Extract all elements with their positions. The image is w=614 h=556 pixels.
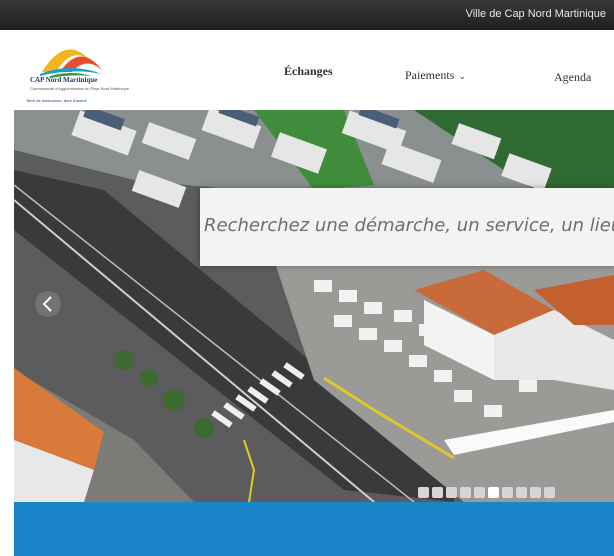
aerial-town-photo (14, 110, 614, 502)
slider-dot[interactable] (432, 487, 443, 498)
hero-image (14, 110, 614, 502)
nav-item-paiements[interactable]: Paiements ⌄ (405, 68, 466, 83)
city-link[interactable]: Ville de Cap Nord Martinique (466, 8, 606, 20)
slider-dot[interactable] (516, 487, 527, 498)
logo-subtitle: Communauté d'Agglomération du Pays Nord … (30, 86, 130, 91)
nav-item-echanges[interactable]: Échanges (284, 64, 333, 79)
slider-dot[interactable] (502, 487, 513, 498)
chevron-left-icon (35, 291, 61, 317)
nav-item-agenda[interactable]: Agenda (554, 70, 591, 85)
chevron-down-icon: ⌄ (458, 71, 466, 81)
logo-name: CAP Nord Martinique (30, 76, 98, 84)
slider-dot[interactable] (544, 487, 555, 498)
nav-item-label: Paiements (405, 68, 455, 82)
site-logo[interactable]: CAP Nord Martinique Communauté d'Agglomé… (20, 32, 129, 106)
site-header: CAP Nord Martinique Communauté d'Agglomé… (0, 30, 614, 110)
slider-prev-button[interactable] (34, 290, 62, 318)
slider-dot[interactable] (446, 487, 457, 498)
top-bar: Ville de Cap Nord Martinique (0, 0, 614, 30)
slider-dot[interactable] (460, 487, 471, 498)
search-box[interactable]: Recherchez une démarche, un service, un … (200, 188, 614, 266)
slider-dot[interactable] (418, 487, 429, 498)
slider-dot[interactable] (474, 487, 485, 498)
slider-dot[interactable] (530, 487, 541, 498)
slider-dot[interactable] (488, 487, 499, 498)
logo-mark-icon (40, 49, 102, 78)
search-input[interactable]: Recherchez une démarche, un service, un … (204, 215, 614, 236)
logo-tagline: Terre de ressources, terre d'avenir (26, 98, 87, 103)
bottom-banner (14, 502, 614, 556)
